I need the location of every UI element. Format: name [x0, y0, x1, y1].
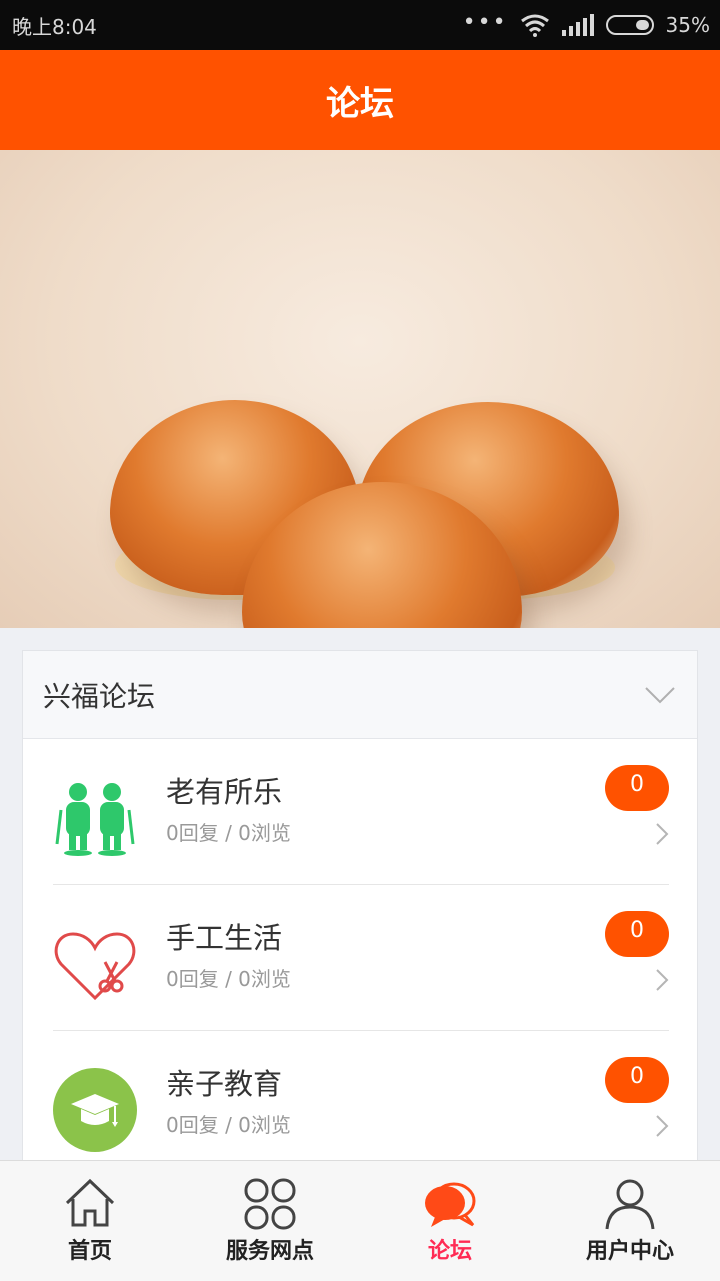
forum-title: 兴福论坛	[43, 679, 156, 713]
forum-card: 兴福论坛 老有所乐 0回复 / 0浏览 0 手工生活 0回复 / 0浏览 0 亲…	[22, 650, 698, 1170]
forum-item-title: 老有所乐	[166, 775, 283, 809]
tab-label: 用户中心	[585, 1239, 674, 1264]
heart-scissors-icon	[54, 932, 136, 1001]
tab-label: 首页	[67, 1239, 112, 1264]
status-time: 晚上8:04	[12, 14, 97, 39]
chevron-right-icon	[656, 969, 669, 991]
signal-icon	[561, 14, 594, 36]
grid-icon	[244, 1178, 296, 1230]
user-icon	[605, 1179, 655, 1230]
bottom-tab-bar: 首页 服务网点 论坛 用户中心	[0, 1160, 720, 1281]
forum-item-handcraft[interactable]: 手工生活 0回复 / 0浏览 0	[23, 885, 699, 1031]
forum-item-meta: 0回复 / 0浏览	[166, 967, 291, 991]
home-icon	[65, 1178, 115, 1227]
forum-item-parenting[interactable]: 亲子教育 0回复 / 0浏览 0	[23, 1031, 699, 1177]
count-badge: 0	[605, 765, 669, 811]
more-dots-icon: •••	[462, 9, 508, 35]
header-bar: 论坛	[0, 50, 720, 150]
chevron-right-icon	[656, 1115, 669, 1137]
forum-item-meta: 0回复 / 0浏览	[166, 1113, 291, 1137]
tab-user-center[interactable]: 用户中心	[540, 1161, 720, 1281]
status-icons: ••• 35%	[462, 9, 710, 37]
elderly-couple-icon	[55, 783, 135, 856]
chevron-down-icon[interactable]	[645, 686, 675, 704]
wifi-icon	[520, 14, 549, 37]
tab-service-points[interactable]: 服务网点	[180, 1161, 360, 1281]
tab-home[interactable]: 首页	[0, 1161, 180, 1281]
tab-forum[interactable]: 论坛	[360, 1161, 540, 1281]
page-title: 论坛	[326, 83, 394, 124]
tab-label: 论坛	[427, 1239, 472, 1264]
battery-level: 35%	[665, 13, 710, 37]
forum-item-elderly[interactable]: 老有所乐 0回复 / 0浏览 0	[23, 739, 699, 885]
count-badge: 0	[605, 1057, 669, 1103]
tab-label: 服务网点	[225, 1239, 314, 1264]
status-bar: 晚上8:04 ••• 35%	[0, 0, 720, 50]
forum-header[interactable]: 兴福论坛	[23, 651, 697, 739]
graduation-cap-icon	[53, 1068, 137, 1152]
forum-item-title: 亲子教育	[166, 1067, 283, 1101]
forum-item-meta: 0回复 / 0浏览	[166, 821, 291, 845]
forum-item-title: 手工生活	[166, 921, 283, 955]
banner-image[interactable]	[0, 150, 720, 628]
chevron-right-icon	[656, 823, 669, 845]
count-badge: 0	[605, 911, 669, 957]
battery-icon	[605, 15, 654, 35]
chat-bubbles-icon	[425, 1182, 476, 1227]
